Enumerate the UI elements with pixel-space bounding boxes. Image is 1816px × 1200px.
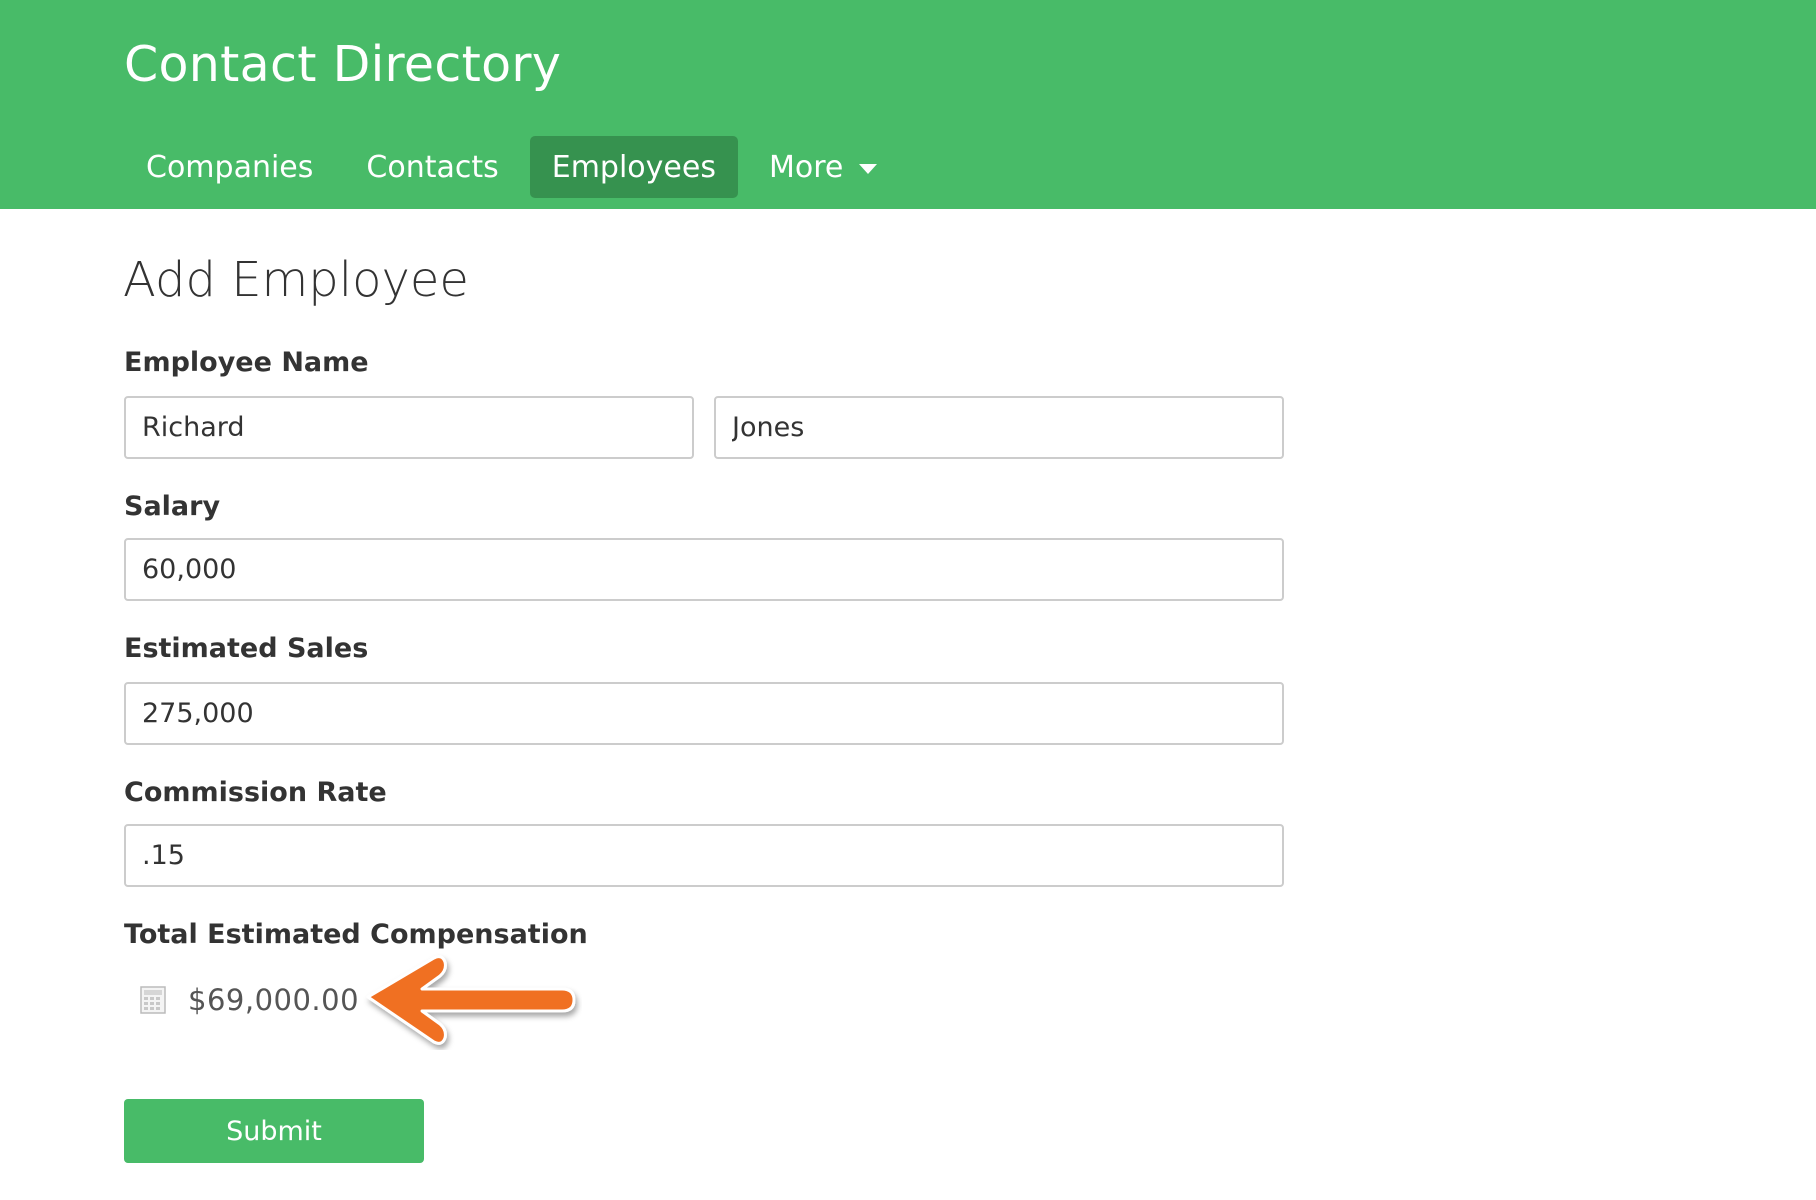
submit-button[interactable]: Submit (124, 1099, 424, 1163)
app-header: Contact Directory Companies Contacts Emp… (0, 0, 1816, 209)
nav-item-companies[interactable]: Companies (124, 136, 335, 198)
nav-item-label: More (768, 149, 844, 185)
employee-name-label: Employee Name (124, 347, 369, 378)
total-compensation-label: Total Estimated Compensation (124, 919, 588, 950)
commission-rate-input[interactable] (124, 824, 1284, 887)
caret-down-icon (859, 164, 878, 174)
nav-item-label: Contacts (366, 149, 499, 185)
calculator-icon (140, 986, 166, 1014)
nav-item-contacts[interactable]: Contacts (344, 136, 520, 198)
total-compensation-display: $69,000.00 (140, 978, 359, 1022)
total-compensation-value: $69,000.00 (188, 983, 360, 1017)
last-name-input[interactable] (714, 396, 1284, 459)
nav-item-label: Companies (146, 149, 314, 185)
nav-item-more[interactable]: More (747, 136, 899, 198)
estimated-sales-label: Estimated Sales (124, 633, 369, 664)
arrow-left-icon (366, 955, 576, 1045)
salary-label: Salary (124, 491, 221, 522)
commission-rate-label: Commission Rate (124, 777, 387, 808)
salary-input[interactable] (124, 538, 1284, 601)
main-nav: Companies Contacts Employees More (124, 136, 908, 198)
nav-item-employees[interactable]: Employees (529, 136, 738, 198)
estimated-sales-input[interactable] (124, 682, 1284, 745)
nav-item-label: Employees (551, 149, 716, 185)
first-name-input[interactable] (124, 396, 694, 459)
page-title: Add Employee (123, 252, 469, 308)
app-title: Contact Directory (124, 36, 562, 93)
